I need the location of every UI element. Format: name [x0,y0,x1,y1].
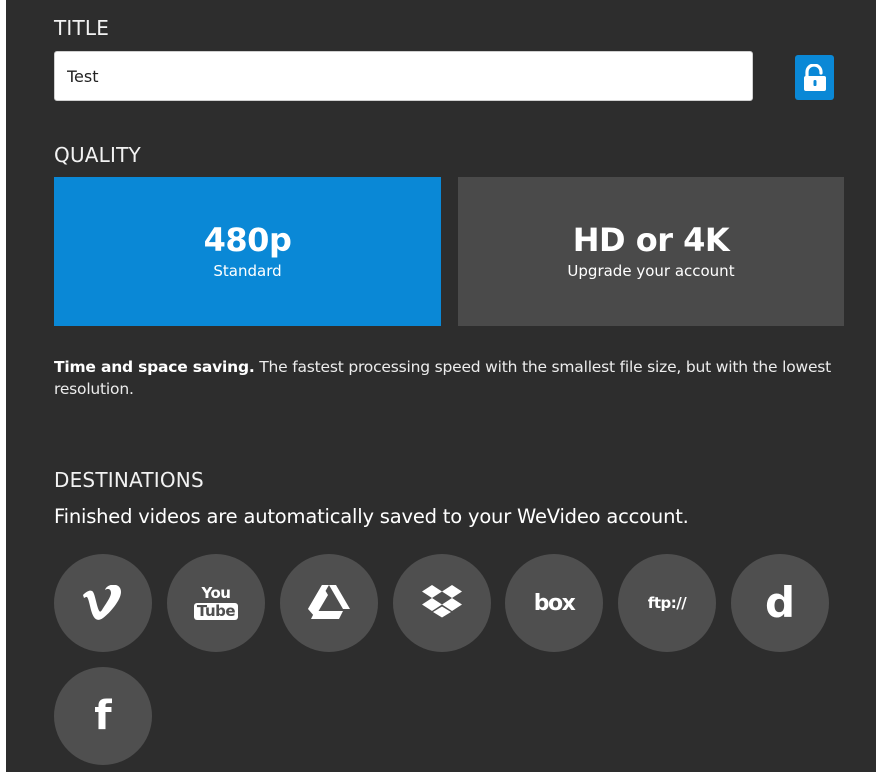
box-icon: box [533,590,576,616]
dropbox-icon [422,585,462,621]
ftp-label: ftp:// [647,594,687,612]
destination-dropbox-button[interactable] [393,554,491,652]
lock-toggle-button[interactable] [795,55,834,100]
destinations-heading: DESTINATIONS [54,468,204,492]
google-drive-icon [308,585,350,621]
facebook-icon: f [94,696,111,736]
quality-hd-4k-sublabel: Upgrade your account [567,262,735,280]
quality-description: Time and space saving. The fastest proce… [54,356,844,400]
title-input[interactable] [54,51,753,101]
destination-box-button[interactable]: box [505,554,603,652]
quality-heading: QUALITY [54,143,141,167]
quality-hd-4k-option[interactable]: HD or 4K Upgrade your account [458,177,844,326]
youtube-text-bottom: Tube [193,603,239,620]
quality-480p-option[interactable]: 480p Standard [54,177,441,326]
facebook-label: f [94,693,112,739]
box-label: box [533,590,576,616]
ftp-icon: ftp:// [647,594,687,612]
destination-google-drive-button[interactable] [280,554,378,652]
quality-480p-label: 480p [203,221,292,259]
vimeo-icon [81,585,125,621]
destination-facebook-button[interactable]: f [54,667,152,765]
destination-dailymotion-button[interactable]: d [731,554,829,652]
quality-description-bold: Time and space saving. [54,358,255,376]
title-heading: TITLE [54,16,110,40]
youtube-text-top: You [201,584,231,602]
destination-vimeo-button[interactable] [54,554,152,652]
dailymotion-icon: d [765,582,795,624]
quality-hd-4k-label: HD or 4K [572,221,730,259]
unlock-icon [803,63,827,92]
destination-ftp-button[interactable]: ftp:// [618,554,716,652]
destinations-note: Finished videos are automatically saved … [54,505,689,528]
destination-youtube-button[interactable]: You Tube [167,554,265,652]
youtube-icon: You Tube [193,584,239,620]
export-settings-panel: TITLE QUALITY 480p Standard HD or 4K Upg… [6,0,876,772]
dailymotion-label: d [764,578,796,627]
quality-480p-sublabel: Standard [213,262,282,280]
